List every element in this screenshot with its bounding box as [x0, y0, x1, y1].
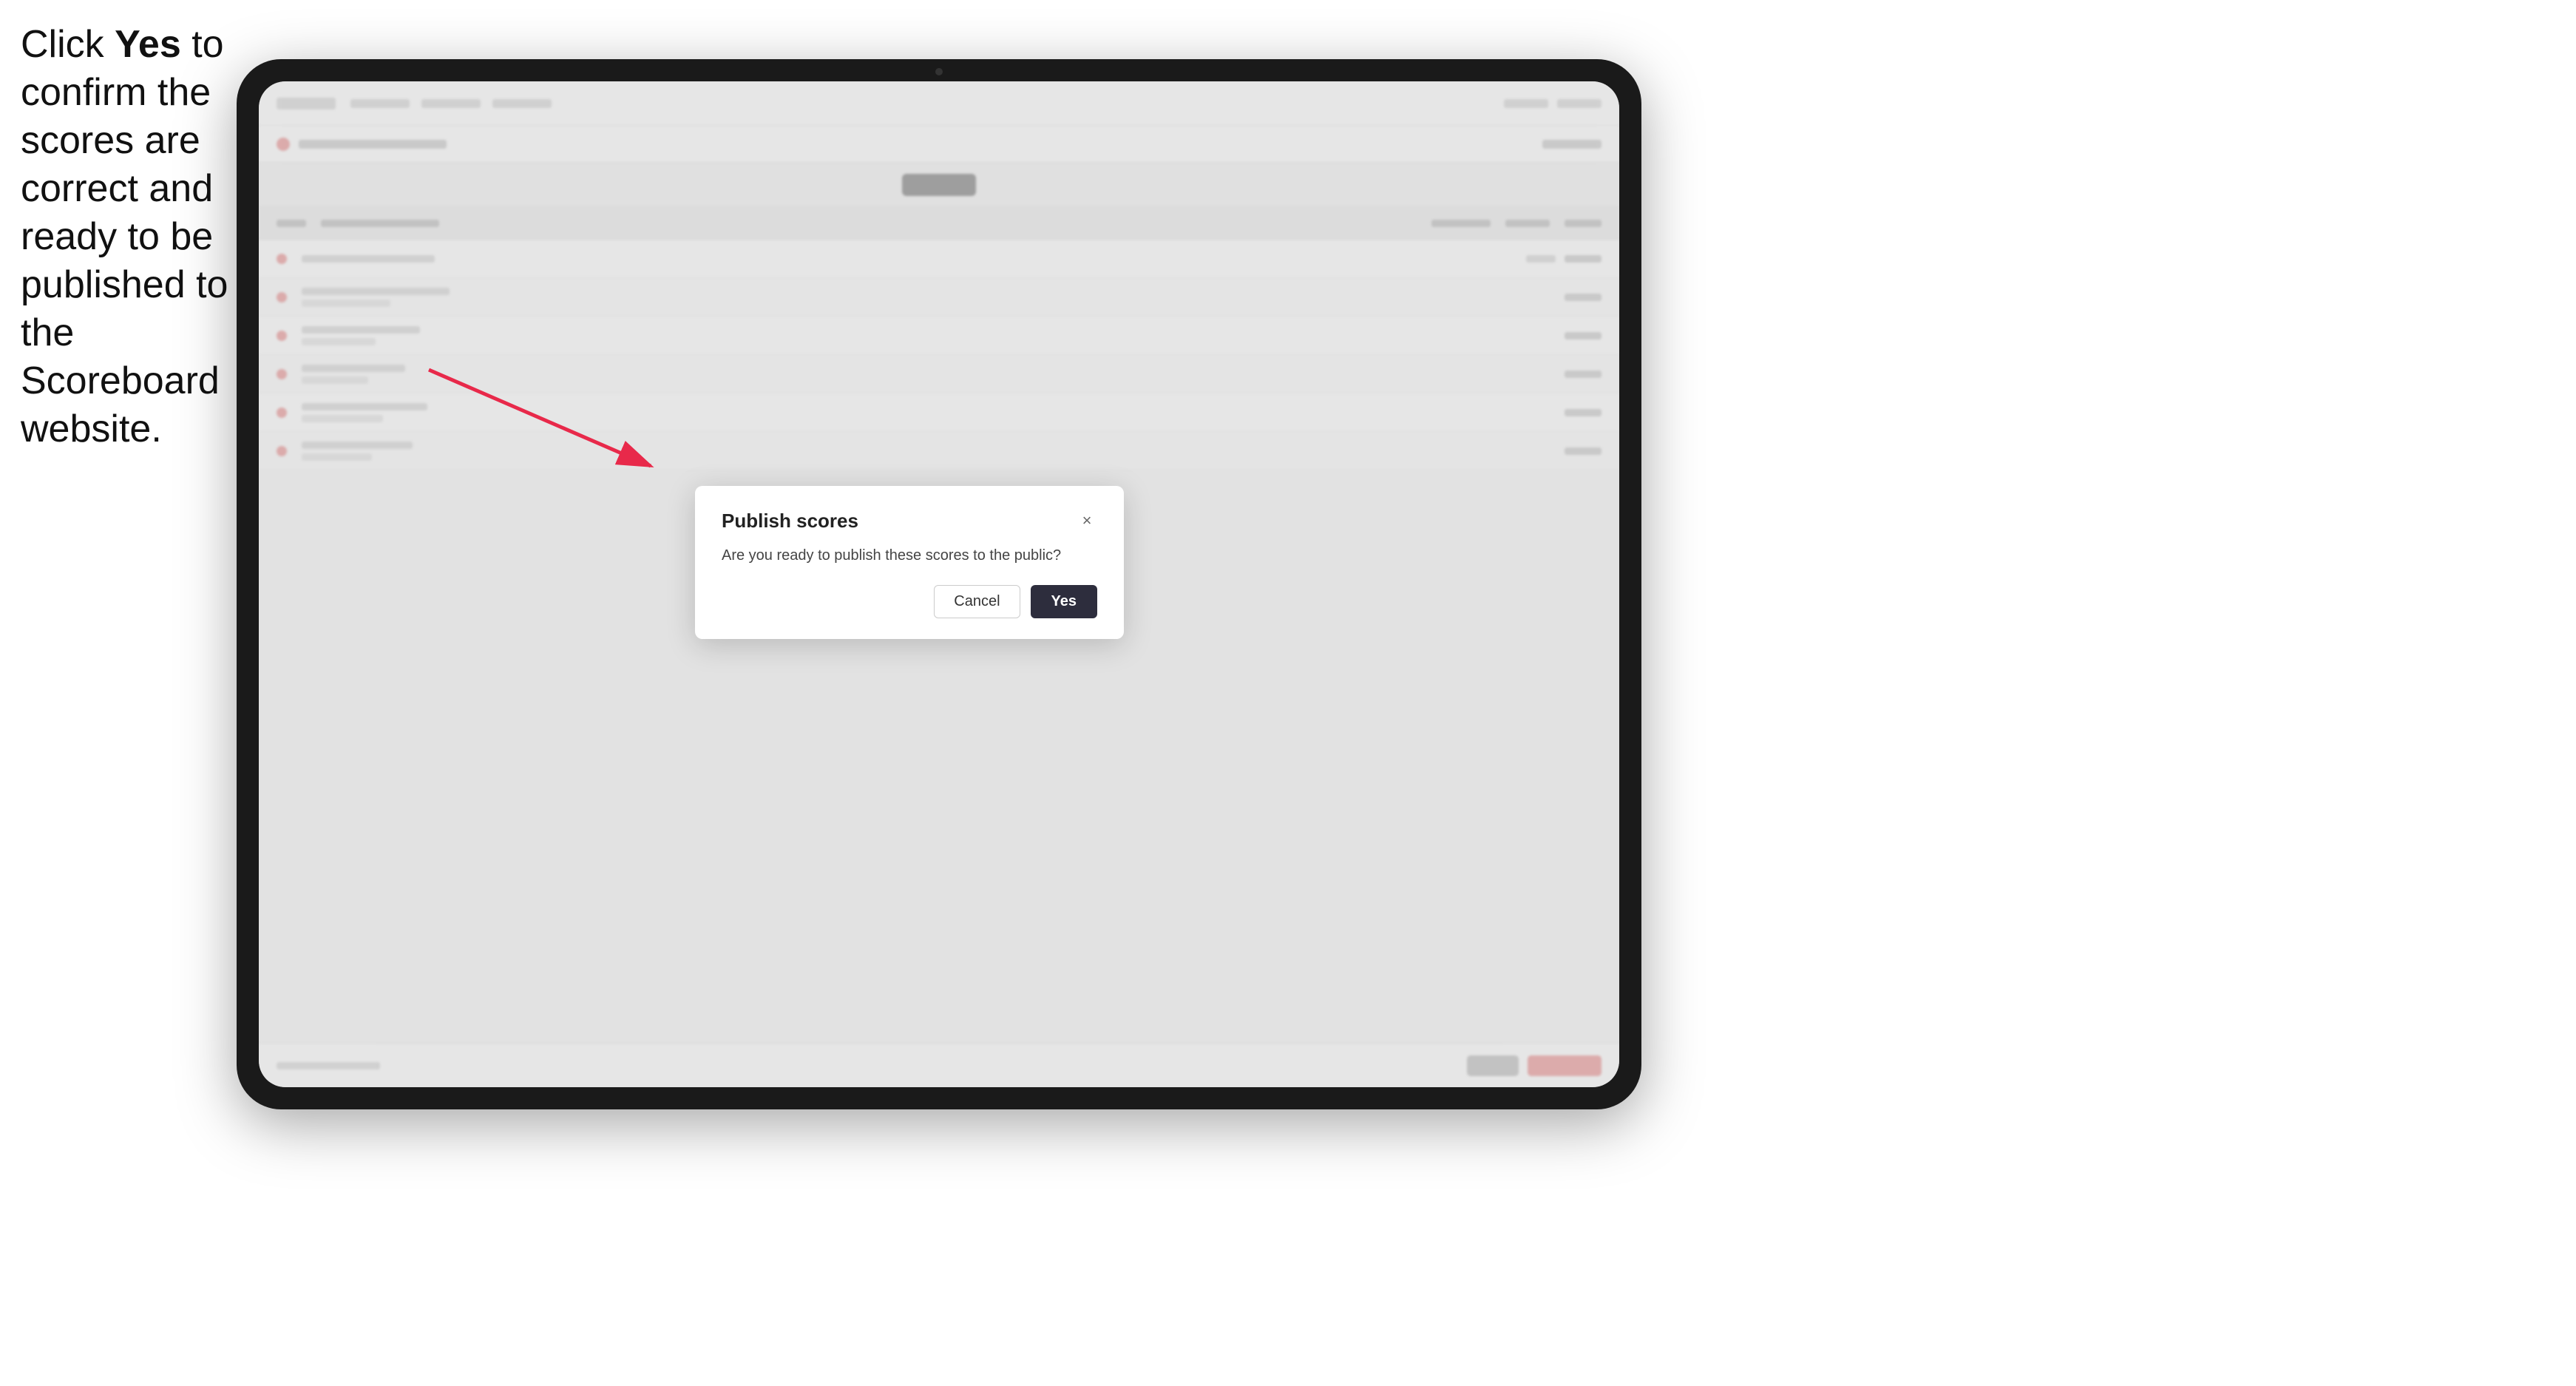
modal-header: Publish scores ×: [722, 510, 1097, 533]
instruction-text: Click Yes to confirm the scores are corr…: [21, 21, 235, 453]
cancel-button[interactable]: Cancel: [934, 585, 1020, 618]
modal-close-button[interactable]: ×: [1077, 510, 1097, 531]
tablet-device: Publish scores × Are you ready to publis…: [237, 59, 1641, 1109]
modal-body-text: Are you ready to publish these scores to…: [722, 547, 1097, 564]
tablet-screen: Publish scores × Are you ready to publis…: [259, 81, 1619, 1087]
modal-overlay: Publish scores × Are you ready to publis…: [259, 81, 1619, 1087]
publish-scores-dialog: Publish scores × Are you ready to publis…: [695, 486, 1124, 639]
modal-title: Publish scores: [722, 510, 858, 533]
tablet-camera: [935, 68, 943, 75]
instruction-bold: Yes: [115, 23, 181, 66]
modal-footer: Cancel Yes: [722, 585, 1097, 618]
yes-button[interactable]: Yes: [1031, 585, 1097, 618]
